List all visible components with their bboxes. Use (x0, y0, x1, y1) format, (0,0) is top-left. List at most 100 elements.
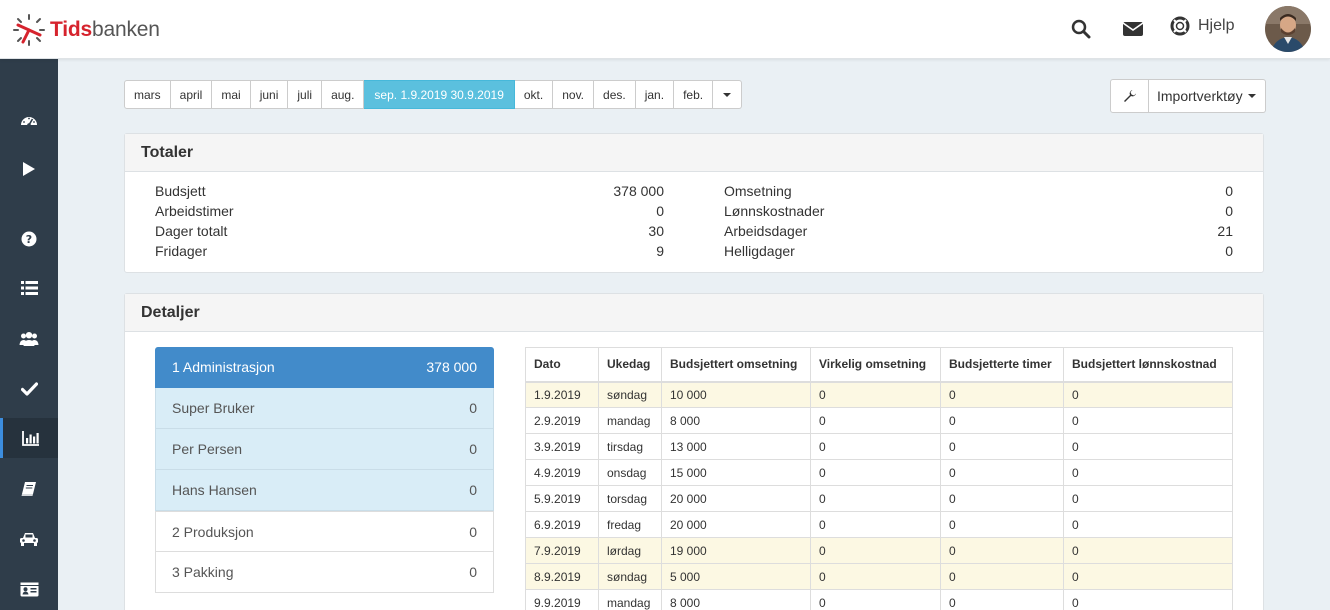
cell-actual: 0 (810, 563, 941, 590)
lifebuoy-icon (1170, 16, 1190, 36)
total-label: Omsetning (724, 183, 792, 199)
column-header-budsjettert-omsetning[interactable]: Budsjettert omsetning (661, 347, 811, 383)
question-icon: ? (21, 231, 37, 247)
cell-wage: 0 (1063, 433, 1233, 460)
sidebar-item-vehicles[interactable] (0, 519, 58, 559)
check-icon (20, 382, 38, 396)
month-sep-active[interactable]: sep. 1.9.2019 30.9.2019 (364, 80, 515, 109)
month-okt[interactable]: okt. (514, 80, 554, 109)
cell-date: 4.9.2019 (525, 459, 599, 486)
sidebar-item-help[interactable]: ? (0, 219, 58, 259)
cell-hours: 0 (940, 407, 1064, 434)
total-value: 378 000 (613, 183, 664, 199)
cell-budget[interactable]: 20 000 (661, 511, 811, 538)
employee-label: Per Persen (172, 441, 243, 457)
department-item-administrasjon[interactable]: 1 Administrasjon 378 000 (155, 347, 494, 388)
sidebar-item-tasks[interactable] (0, 369, 58, 409)
total-row: Lønnskostnader 0 (724, 203, 1233, 223)
brand-part-2: banken (92, 18, 160, 41)
employee-value: 0 (469, 441, 477, 457)
help-button[interactable]: Hjelp (1170, 16, 1234, 36)
month-nov[interactable]: nov. (553, 80, 595, 109)
cell-budget[interactable]: 15 000 (661, 459, 811, 486)
month-des[interactable]: des. (594, 80, 636, 109)
cell-budget[interactable]: 19 000 (661, 537, 811, 564)
tools-button[interactable] (1110, 79, 1149, 113)
cell-actual: 0 (810, 459, 941, 486)
cell-actual: 0 (810, 433, 941, 460)
department-item-pakking[interactable]: 3 Pakking 0 (155, 552, 494, 593)
total-value: 0 (656, 203, 664, 219)
total-row: Omsetning 0 (724, 183, 1233, 203)
brand-name: Tidsbanken (50, 18, 160, 42)
users-icon (19, 332, 39, 346)
dashboard-icon (21, 117, 37, 127)
sidebar-item-id-card[interactable] (0, 569, 58, 609)
column-header-dato[interactable]: Dato (525, 347, 599, 383)
car-icon (20, 533, 38, 546)
month-juli[interactable]: juli (288, 80, 323, 109)
total-value: 30 (648, 223, 664, 239)
column-header-budsjettert-lonnskostnad[interactable]: Budsjettert lønnskostnad (1063, 347, 1233, 383)
cell-weekday: mandag (598, 589, 662, 610)
cell-wage: 0 (1063, 511, 1233, 538)
cell-hours: 0 (940, 381, 1064, 408)
cell-actual: 0 (810, 537, 941, 564)
search-button[interactable] (1068, 16, 1094, 42)
column-header-budsjetterte-timer[interactable]: Budsjetterte timer (940, 347, 1064, 383)
more-months-dropdown[interactable] (713, 80, 743, 109)
details-panel: Detaljer 1 Administrasjon 378 000 Super … (124, 293, 1264, 610)
cell-budget[interactable]: 13 000 (661, 433, 811, 460)
month-aug[interactable]: aug. (322, 80, 365, 109)
total-label: Dager totalt (155, 223, 228, 239)
month-jan[interactable]: jan. (635, 80, 675, 109)
table-header-row: Dato Ukedag Budsjettert omsetning Virkel… (525, 347, 1233, 383)
sidebar-item-start[interactable] (0, 149, 58, 189)
total-row: Dager totalt 30 (155, 223, 664, 243)
sidebar-item-users[interactable] (0, 319, 58, 359)
cell-budget[interactable]: 10 000 (661, 381, 811, 408)
avatar[interactable] (1265, 6, 1311, 52)
messages-button[interactable] (1120, 16, 1146, 42)
cell-hours: 0 (940, 563, 1064, 590)
daily-budget-table: Dato Ukedag Budsjettert omsetning Virkel… (525, 347, 1233, 610)
column-header-virkelig-omsetning[interactable]: Virkelig omsetning (810, 347, 941, 383)
cell-actual: 0 (810, 511, 941, 538)
help-label: Hjelp (1198, 17, 1235, 34)
total-row: Arbeidstimer 0 (155, 203, 664, 223)
employee-item-hans-hansen[interactable]: Hans Hansen 0 (155, 470, 494, 511)
table-row: 4.9.2019 onsdag 15 000 0 0 0 (525, 459, 1233, 486)
cell-budget[interactable]: 5 000 (661, 563, 811, 590)
month-mars[interactable]: mars (124, 80, 171, 109)
search-icon (1071, 19, 1091, 39)
employee-item-per-persen[interactable]: Per Persen 0 (155, 429, 494, 470)
import-tool-label: Importverktøy (1157, 88, 1243, 104)
month-juni[interactable]: juni (250, 80, 289, 109)
cell-budget[interactable]: 20 000 (661, 485, 811, 512)
cell-wage: 0 (1063, 407, 1233, 434)
month-feb[interactable]: feb. (674, 80, 714, 109)
total-row: Fridager 9 (155, 243, 664, 263)
sidebar-item-dashboard[interactable] (0, 100, 58, 140)
logo[interactable]: Tidsbanken (12, 13, 160, 47)
department-label: 1 Administrasjon (172, 359, 275, 375)
id-card-icon (20, 582, 38, 596)
cell-budget[interactable]: 8 000 (661, 407, 811, 434)
sidebar-item-list[interactable] (0, 268, 58, 308)
import-tool-dropdown[interactable]: Importverktøy (1149, 79, 1266, 113)
cell-actual: 0 (810, 407, 941, 434)
brand-part-1: Tids (50, 18, 92, 41)
employee-label: Super Bruker (172, 400, 255, 416)
department-item-produksjon[interactable]: 2 Produksjon 0 (155, 511, 494, 552)
column-header-ukedag[interactable]: Ukedag (598, 347, 662, 383)
employee-item-super-bruker[interactable]: Super Bruker 0 (155, 388, 494, 429)
cell-budget[interactable]: 8 000 (661, 589, 811, 610)
sidebar-item-book[interactable] (0, 469, 58, 509)
month-mai[interactable]: mai (212, 80, 251, 109)
month-april[interactable]: april (170, 80, 213, 109)
cell-actual: 0 (810, 485, 941, 512)
cell-wage: 0 (1063, 563, 1233, 590)
sidebar-item-reports[interactable] (0, 418, 58, 458)
employee-label: Hans Hansen (172, 482, 257, 498)
cell-date: 1.9.2019 (525, 381, 599, 408)
